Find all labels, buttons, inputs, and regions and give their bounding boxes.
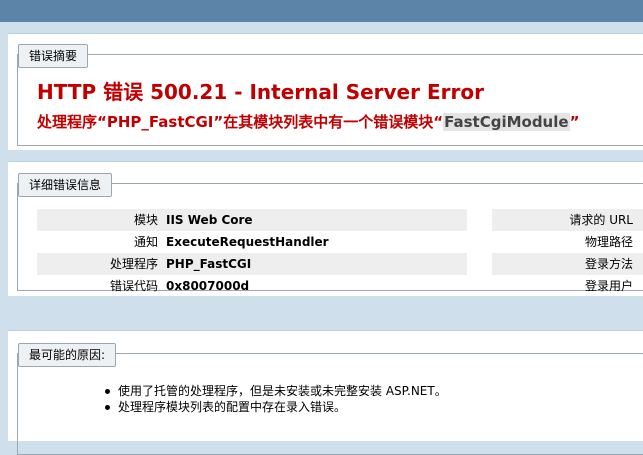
detail-row-logon-method: 登录方法 xyxy=(492,253,643,275)
detail-row-logon-user: 登录用户 xyxy=(492,275,643,297)
detail-value: ExecuteRequestHandler xyxy=(166,235,329,249)
error-description-suffix: ” xyxy=(569,113,580,131)
detail-label: 通知 xyxy=(133,235,158,249)
list-item: 使用了托管的处理程序，但是未安装或未完整安装 ASP.NET。 xyxy=(100,383,447,399)
detail-row-module: 模块 IIS Web Core xyxy=(37,209,467,231)
detail-label: 登录方法 xyxy=(584,257,633,271)
causes-legend: 最可能的原因: xyxy=(18,343,117,367)
detail-label: 请求的 URL xyxy=(569,213,633,227)
detail-legend: 详细错误信息 xyxy=(18,173,113,197)
detail-row-physical-path: 物理路径 xyxy=(492,231,643,253)
detail-row-requested-url: 请求的 URL xyxy=(492,209,643,231)
list-item: 处理程序模块列表的配置中存在录入错误。 xyxy=(100,399,447,415)
detail-value: IIS Web Core xyxy=(166,213,253,227)
detail-row-error-code: 错误代码 0x8007000d xyxy=(37,275,467,297)
detail-value: PHP_FastCGI xyxy=(166,257,252,271)
bullet-icon xyxy=(105,405,110,410)
detail-label: 物理路径 xyxy=(584,235,633,249)
error-description: 处理程序“PHP_FastCGI”在其模块列表中有一个错误模块“FastCgiM… xyxy=(37,111,579,132)
detail-label: 模块 xyxy=(133,213,158,227)
detail-label: 错误代码 xyxy=(109,279,158,293)
detail-row-handler: 处理程序 PHP_FastCGI xyxy=(37,253,467,275)
error-title: HTTP 错误 500.21 - Internal Server Error xyxy=(37,80,484,104)
detail-row-notification: 通知 ExecuteRequestHandler xyxy=(37,231,467,253)
error-description-prefix: 处理程序“PHP_FastCGI”在其模块列表中有一个错误模块“ xyxy=(37,113,444,131)
cause-text: 使用了托管的处理程序，但是未安装或未完整安装 ASP.NET。 xyxy=(118,384,447,398)
bullet-icon xyxy=(105,389,110,394)
cause-text: 处理程序模块列表的配置中存在录入错误。 xyxy=(118,400,347,414)
error-module-highlight: FastCgiModule xyxy=(443,113,570,131)
causes-list: 使用了托管的处理程序，但是未安装或未完整安装 ASP.NET。 处理程序模块列表… xyxy=(100,383,447,415)
detail-value: 0x8007000d xyxy=(166,279,250,293)
detail-label: 登录用户 xyxy=(584,279,633,293)
top-bar xyxy=(0,0,643,22)
summary-legend: 错误摘要 xyxy=(18,44,89,68)
detail-label: 处理程序 xyxy=(109,257,158,271)
